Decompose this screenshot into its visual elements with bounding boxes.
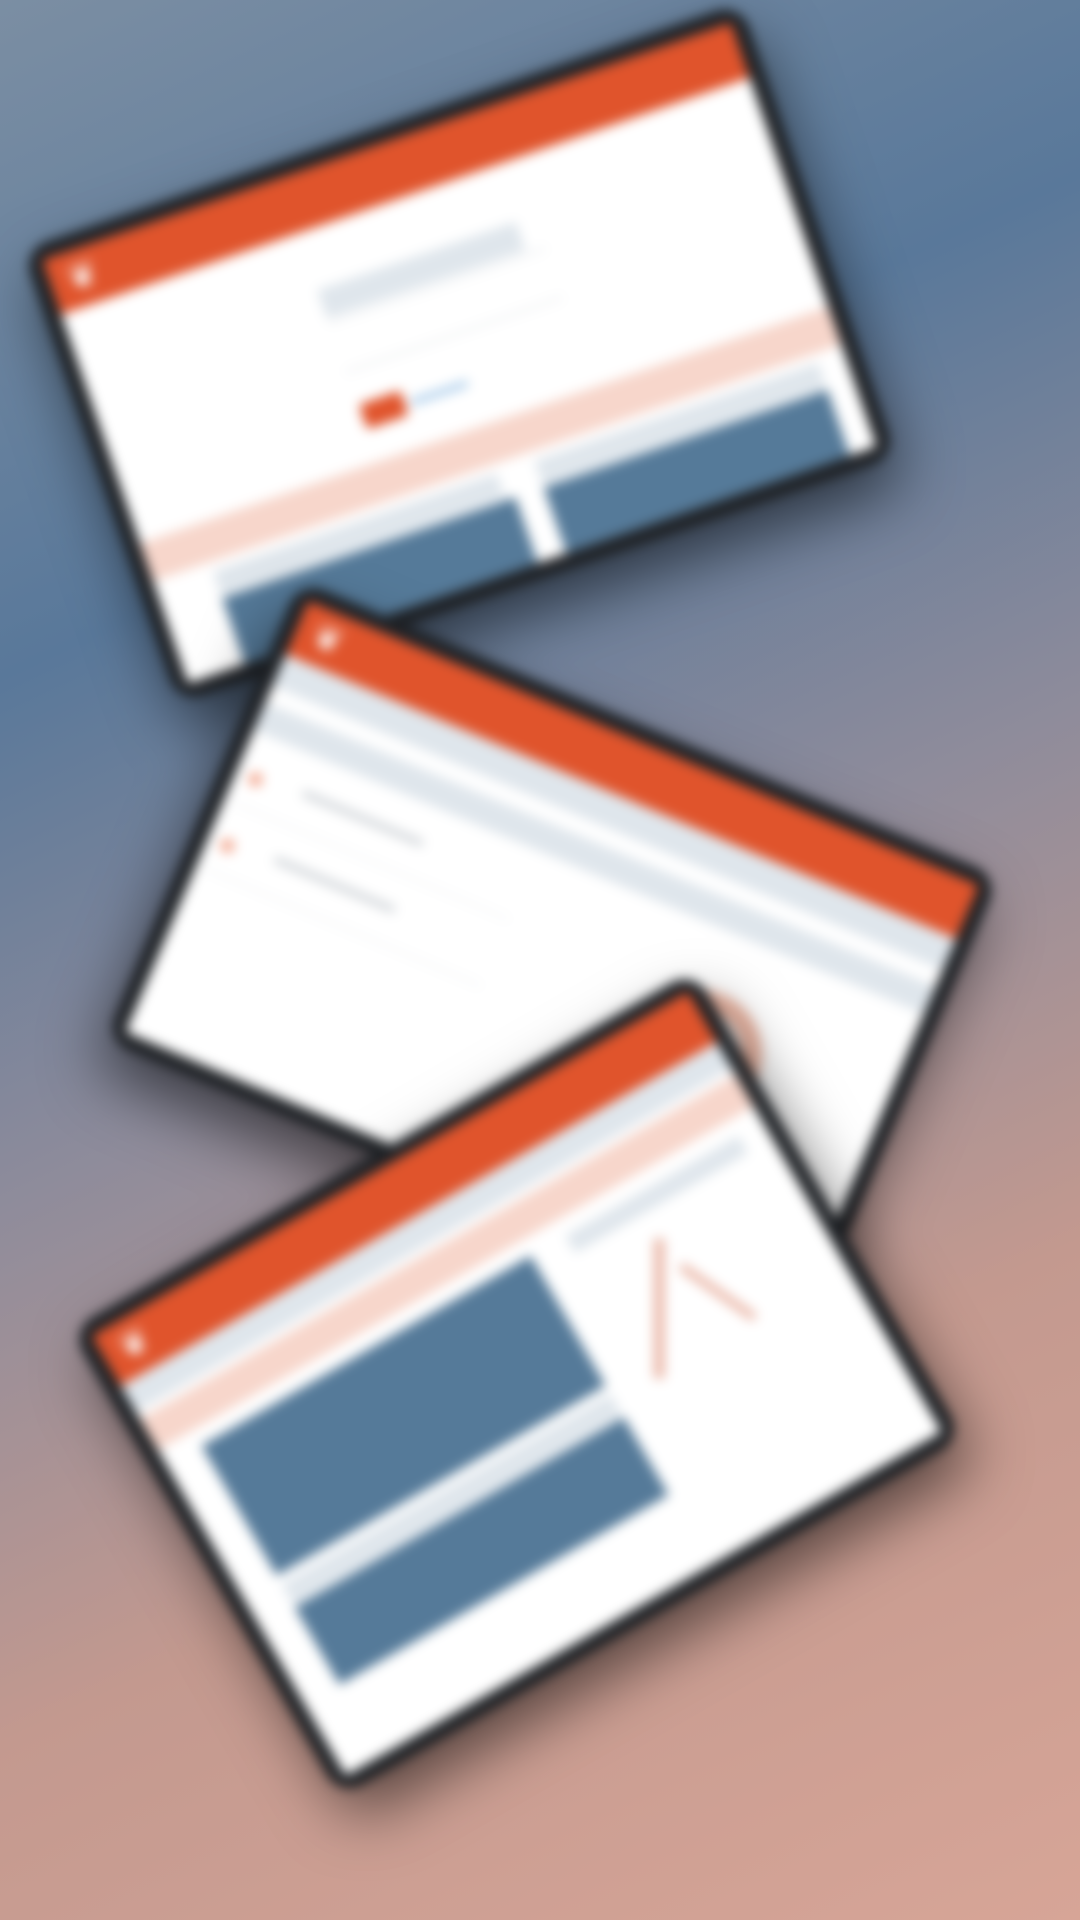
chart-line xyxy=(654,1238,665,1379)
chart-line xyxy=(678,1262,757,1322)
blurred-mockup-layer: ❦ ❦ ❦ xyxy=(0,0,1080,1920)
bird-logo-icon: ❦ xyxy=(305,615,350,665)
login-button[interactable] xyxy=(358,390,409,430)
promo-scene: ❦ ❦ ❦ xyxy=(0,0,1080,1920)
tablet-login: ❦ xyxy=(22,2,897,704)
tablet-login-screen: ❦ xyxy=(42,22,877,684)
bird-logo-icon: ❦ xyxy=(61,251,104,301)
forgot-password-link[interactable] xyxy=(409,380,469,406)
